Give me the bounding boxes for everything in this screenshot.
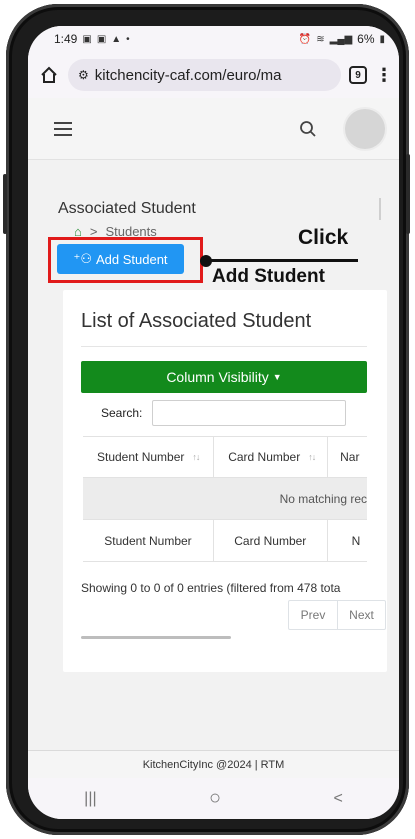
callout-dot [200,255,212,267]
phone-frame: 1:49 ▣ ▣ ▲ • ⏰ ≋ ▂▄▆ 6% ▮ ⚙ kitchencity-… [3,4,410,835]
browser-toolbar: ⚙ kitchencity-caf.com/euro/ma 9 ⋮ [28,52,399,98]
footer-text: KitchenCityInc @2024 | RTM [142,758,285,771]
main-content: Associated Student ⌂ > Students ⁺⚇ Add S… [28,160,399,750]
search-input[interactable] [152,400,346,426]
url-text: kitchencity-caf.com/euro/ma [94,66,282,84]
search-icon[interactable] [299,120,317,138]
pagination: Prev Next [288,600,386,630]
battery-icon: ▮ [379,33,385,45]
column-footer-name: N [351,533,361,548]
home-icon[interactable] [38,64,60,86]
table-empty-row: No matching rec [83,478,367,520]
column-footer-card-number: Card Number [214,520,328,561]
dot-icon: • [126,33,130,45]
sort-icon: ↑↓ [192,452,200,462]
column-header-name[interactable]: Nar [328,437,367,477]
message-icon: ▣ [96,33,107,45]
callout-click-text: Click [298,226,349,249]
card-title: List of Associated Student [81,310,312,332]
avatar[interactable] [345,108,385,149]
status-time: 1:49 [54,32,78,46]
tab-count: 9 [355,69,361,81]
table-footer-row: Student Number Card Number N [83,520,367,562]
site-settings-icon[interactable]: ⚙ [78,68,89,82]
empty-message: No matching rec [279,491,367,506]
alarm-icon: ⏰ [298,33,312,45]
column-footer-student-number: Student Number [83,520,214,561]
column-header-card-number[interactable]: Card Number ↑↓ [214,437,329,477]
callout-add-student-text: Add Student [212,266,325,287]
page-title: Associated Student [58,200,196,217]
column-visibility-label: Column Visibility [166,369,269,385]
student-list-card: List of Associated Student Column Visibi… [63,290,387,672]
title-divider [379,198,381,220]
table-header-row: Student Number ↑↓ Card Number ↑↓ Nar [83,436,367,478]
students-table: Student Number ↑↓ Card Number ↑↓ Nar No … [83,436,367,562]
volume-button [406,154,410,234]
url-field[interactable]: ⚙ kitchencity-caf.com/euro/ma [68,59,341,91]
browser-menu-icon[interactable]: ⋮ [375,66,393,84]
recents-icon[interactable]: ||| [84,790,96,808]
power-button [3,174,7,234]
next-button[interactable]: Next [337,601,385,629]
app-header [28,98,399,160]
horizontal-scrollbar[interactable] [81,636,231,639]
tabs-icon[interactable]: 9 [349,66,367,84]
phone-screen: 1:49 ▣ ▣ ▲ • ⏰ ≋ ▂▄▆ 6% ▮ ⚙ kitchencity-… [28,26,399,819]
page-footer: KitchenCityInc @2024 | RTM [28,750,399,778]
signal-icon: ▂▄▆ [329,33,353,45]
highlight-box [48,237,203,283]
sort-icon: ↑↓ [308,452,316,462]
image-icon: ▣ [82,33,92,45]
caret-down-icon: ▼ [272,372,282,382]
card-divider [81,346,367,347]
column-header-student-number[interactable]: Student Number ↑↓ [83,437,215,477]
wifi-icon: ≋ [316,33,325,45]
home-nav-icon[interactable]: ○ [209,787,221,810]
menu-icon[interactable] [54,121,72,136]
system-nav-bar: ||| ○ < [28,778,399,819]
back-icon[interactable]: < [333,790,342,808]
status-right: ⏰ ≋ ▂▄▆ 6% ▮ [299,32,385,46]
battery-percent: 6% [357,32,375,46]
status-left: 1:49 ▣ ▣ ▲ • [54,32,130,46]
search-label: Search: [101,406,143,420]
column-visibility-button[interactable]: Column Visibility ▼ [81,361,367,393]
status-bar: 1:49 ▣ ▣ ▲ • ⏰ ≋ ▂▄▆ 6% ▮ [28,26,399,52]
prev-button[interactable]: Prev [289,601,337,629]
header-actions [299,108,385,149]
table-info: Showing 0 to 0 of 0 entries (filtered fr… [81,581,341,595]
callout-line [208,259,358,262]
shop-icon: ▲ [111,33,122,45]
